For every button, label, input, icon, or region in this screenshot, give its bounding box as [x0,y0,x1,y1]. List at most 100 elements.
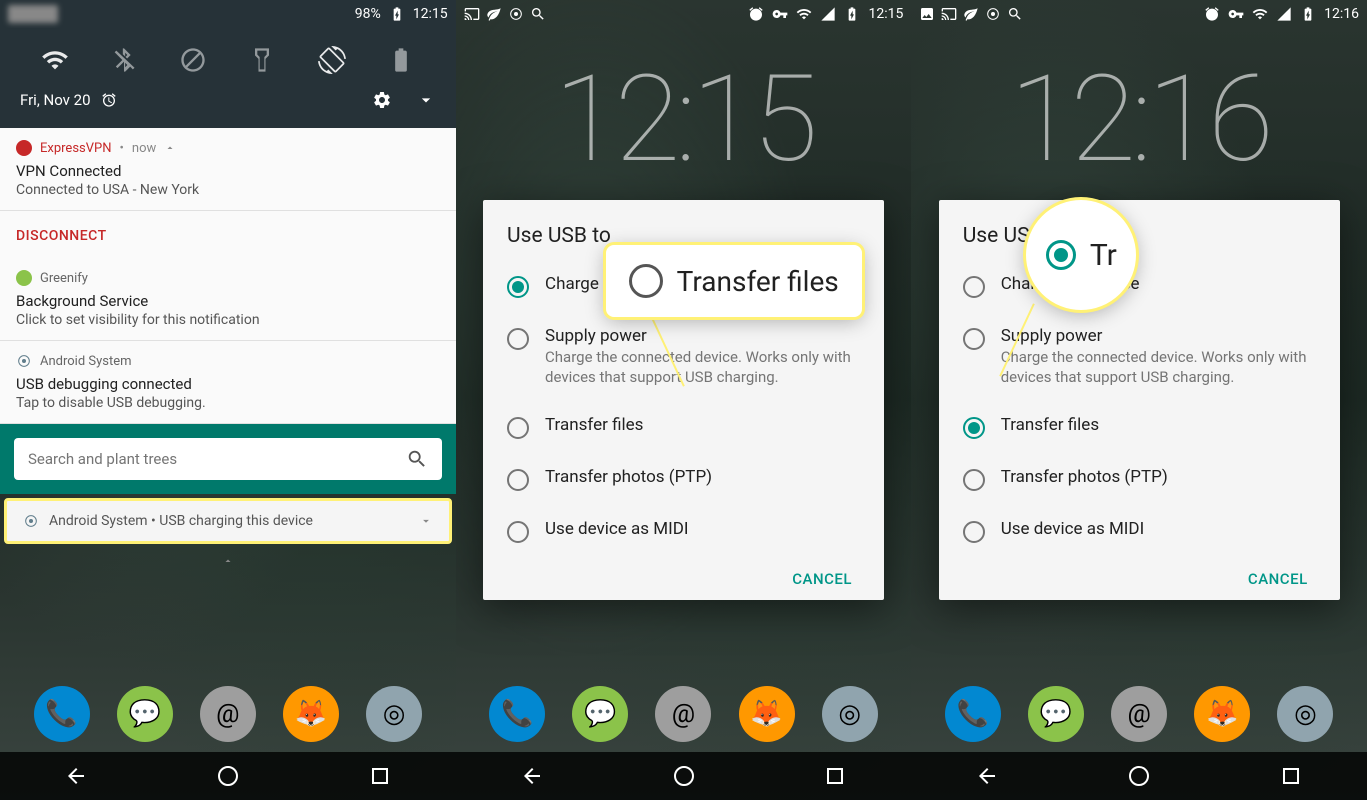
home-button[interactable] [672,764,696,788]
wifi-icon[interactable] [41,46,69,74]
notif-app-name: Greenify [40,271,88,286]
search-input[interactable] [28,450,396,468]
cancel-button[interactable]: CANCEL [1236,562,1320,596]
radio-button [963,521,985,543]
notification-action: DISCONNECT [0,211,456,258]
radio-charge[interactable]: Charge this device [939,260,1340,312]
system-icon [16,353,32,369]
bluetooth-off-icon[interactable] [110,46,138,74]
radio-supply-power[interactable]: Supply powerCharge the connected device.… [939,312,1340,401]
callout-transfer-selected: Tr [1026,200,1136,310]
navigation-bar [456,752,912,800]
dock: 📞 💬 @ 🦊 ◎ [0,676,456,752]
radio-subtitle: Charge the connected device. Works only … [1001,348,1316,387]
back-button[interactable] [64,764,88,788]
notif-title: VPN Connected [16,162,440,180]
notif-title: USB debugging connected [16,375,440,393]
phone-app-icon[interactable]: 📞 [34,686,90,742]
radio-button [963,276,985,298]
messages-app-icon[interactable]: 💬 [117,686,173,742]
radio-button [507,276,529,298]
chevron-up-icon [164,142,176,154]
back-button[interactable] [975,764,999,788]
radio-label: Transfer files [545,415,860,435]
status-bar: 98% 12:15 [0,0,456,28]
chevron-down-icon [419,514,433,528]
notif-app-name: Android System [40,354,132,369]
callout-text: Transfer files [677,265,839,298]
recents-button[interactable] [1279,764,1303,788]
navigation-bar [0,752,456,800]
radio-transfer-files[interactable]: Transfer files [483,401,884,453]
notification-usb-charging[interactable]: Android System • USB charging this devic… [4,498,452,544]
dnd-off-icon[interactable] [179,46,207,74]
expressvpn-icon [16,140,32,156]
dialog-title: Use USB to [939,224,1340,260]
battery-icon[interactable] [387,46,415,74]
callout-text: Tr [1090,238,1117,273]
quick-settings: Fri, Nov 20 [0,28,456,128]
cancel-button[interactable]: CANCEL [780,562,864,596]
chevron-down-icon[interactable] [416,90,436,110]
chevron-up-icon [218,555,238,567]
notif-body: Click to set visibility for this notific… [16,312,440,328]
notif-title: Background Service [16,292,440,310]
shade-handle[interactable] [0,548,456,575]
radio-label: Use device as MIDI [1001,519,1316,539]
notif-body: Connected to USA - New York [16,182,440,198]
notif-text: Android System • USB charging this devic… [49,513,313,529]
carrier-blur [8,5,58,23]
notification-greenify[interactable]: Greenify Background Service Click to set… [0,258,456,341]
system-icon [23,513,39,529]
recents-button[interactable] [368,764,392,788]
search-container [0,424,456,494]
radio-button [507,417,529,439]
auto-rotate-icon[interactable] [318,46,346,74]
navigation-bar [911,752,1367,800]
greenify-icon [16,270,32,286]
radio-label: Transfer photos (PTP) [545,467,860,487]
firefox-app-icon[interactable]: 🦊 [283,686,339,742]
search-box[interactable] [14,438,442,480]
status-time: 12:15 [413,6,448,22]
callout-radio-icon [629,264,663,298]
radio-button [963,328,985,350]
battery-percent: 98% [355,6,381,22]
radio-button [507,521,529,543]
usb-dialog: Use USB to Charge this device Supply pow… [939,200,1340,600]
radio-button [963,417,985,439]
radio-label: Supply power [545,326,860,346]
alarm-icon [101,92,117,108]
notification-vpn[interactable]: ExpressVPN • now VPN Connected Connected… [0,128,456,211]
notif-time: now [132,141,156,156]
disconnect-button[interactable]: DISCONNECT [16,228,107,244]
radio-midi[interactable]: Use device as MIDI [483,505,884,557]
radio-transfer-files[interactable]: Transfer files [939,401,1340,453]
home-button[interactable] [1127,764,1151,788]
search-icon[interactable] [406,448,428,470]
radio-subtitle: Charge the connected device. Works only … [545,348,860,387]
back-button[interactable] [520,764,544,788]
radio-button [507,469,529,491]
notification-usb-debug[interactable]: Android System USB debugging connected T… [0,341,456,424]
flashlight-off-icon[interactable] [248,46,276,74]
phone-usb-dialog-selected: 12:16 12:16 Use USB to Charge this devic… [911,0,1367,800]
radio-button [507,328,529,350]
radio-label: Transfer files [1001,415,1316,435]
mail-app-icon[interactable]: @ [200,686,256,742]
callout-transfer-files: Transfer files [606,245,862,317]
radio-transfer-photos[interactable]: Transfer photos (PTP) [483,453,884,505]
phone-usb-dialog-unselected: 12:15 12:15 Use USB to Charge this devic… [456,0,912,800]
notif-app-name: ExpressVPN [40,141,112,156]
radio-supply-power[interactable]: Supply powerCharge the connected device.… [483,312,884,401]
app-icon[interactable]: ◎ [366,686,422,742]
radio-transfer-photos[interactable]: Transfer photos (PTP) [939,453,1340,505]
radio-label: Transfer photos (PTP) [1001,467,1316,487]
gear-icon[interactable] [372,90,392,110]
recents-button[interactable] [823,764,847,788]
radio-label: Supply power [1001,326,1316,346]
home-button[interactable] [216,764,240,788]
radio-midi[interactable]: Use device as MIDI [939,505,1340,557]
radio-label: Use device as MIDI [545,519,860,539]
callout-radio-selected-icon [1046,240,1076,270]
